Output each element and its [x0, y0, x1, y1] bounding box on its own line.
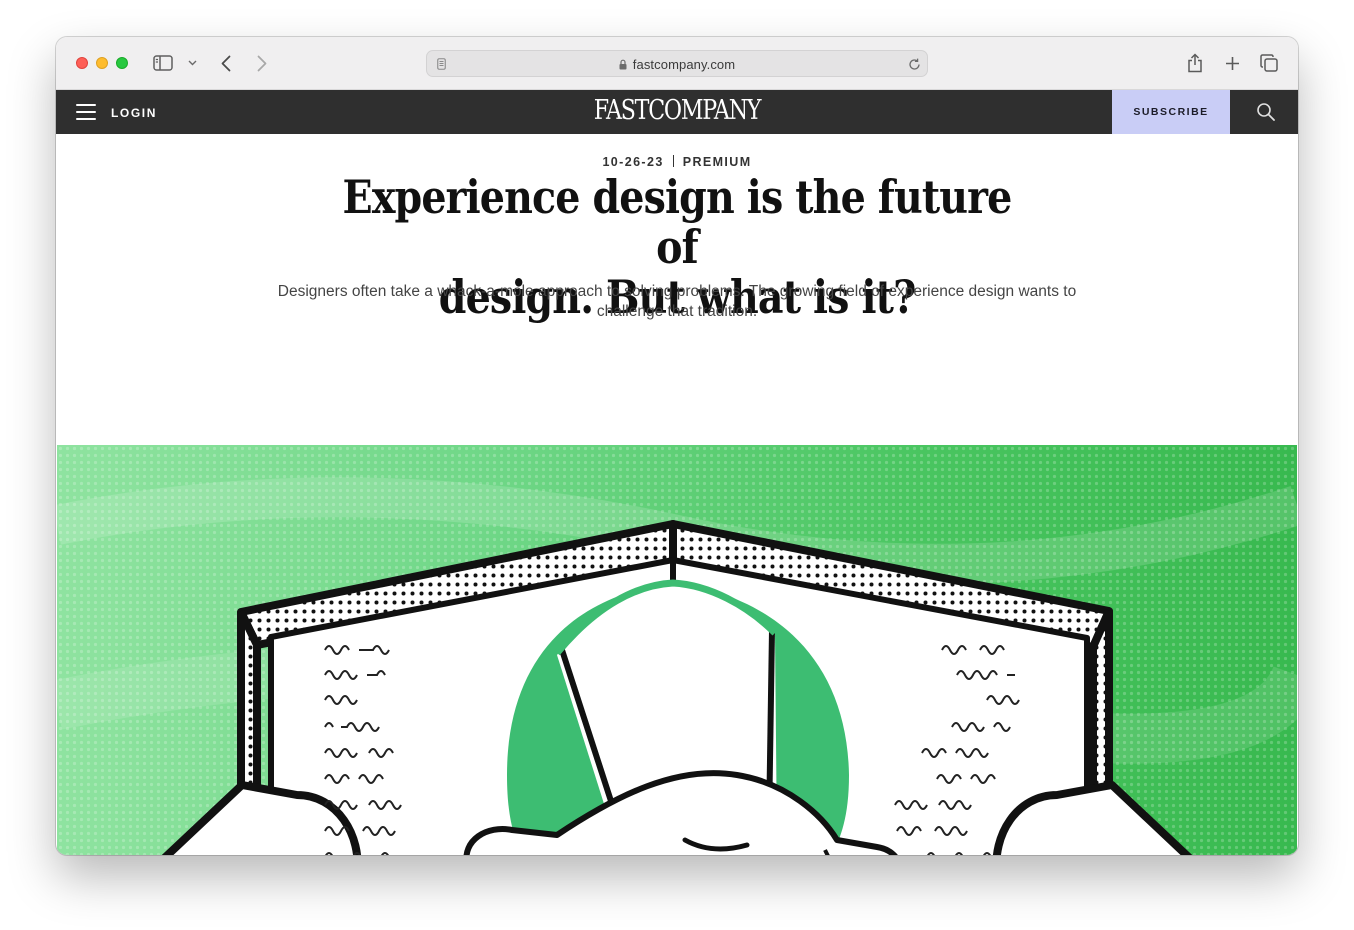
new-tab-plus-icon[interactable]: [1223, 54, 1241, 72]
back-arrow-icon[interactable]: [218, 53, 234, 73]
chevron-down-icon[interactable]: [186, 58, 198, 68]
url-domain: fastcompany.com: [632, 57, 736, 72]
zoom-window-button[interactable]: [116, 57, 128, 69]
browser-toolbar: fastcompany.com: [56, 37, 1298, 90]
site-header: LOGIN FASTCOMPANY SUBSCRIBE: [56, 90, 1298, 134]
article-date: 10-26-23: [602, 155, 664, 169]
tabs-overview-icon[interactable]: [1259, 53, 1279, 73]
kicker-divider: [672, 155, 674, 167]
menu-icon[interactable]: [76, 104, 96, 120]
close-window-button[interactable]: [76, 57, 88, 69]
headline-line-1: Experience design is the future of: [342, 170, 1013, 274]
address-bar[interactable]: fastcompany.com: [426, 50, 928, 77]
share-icon[interactable]: [1186, 52, 1204, 74]
article-kicker: 10-26-23 PREMIUM: [56, 155, 1298, 169]
url-text-row: fastcompany.com: [427, 57, 927, 73]
hero-illustration: [57, 445, 1297, 855]
article-category[interactable]: PREMIUM: [683, 155, 752, 169]
article-dek: Designers often take a whack-a-mole appr…: [277, 283, 1077, 320]
lock-icon: [619, 58, 627, 73]
browser-window: fastcompany.com LOGIN FASTCOMPANY SUBSCR…: [56, 37, 1298, 855]
subscribe-button[interactable]: SUBSCRIBE: [1112, 90, 1230, 134]
reload-icon[interactable]: [907, 57, 921, 71]
sidebar-icon[interactable]: [152, 54, 174, 72]
fast-company-logo[interactable]: FASTCOMPANY: [168, 95, 1186, 126]
search-icon[interactable]: [1256, 102, 1276, 122]
login-link[interactable]: LOGIN: [111, 106, 157, 120]
forward-arrow-icon[interactable]: [254, 53, 270, 73]
minimize-window-button[interactable]: [96, 57, 108, 69]
